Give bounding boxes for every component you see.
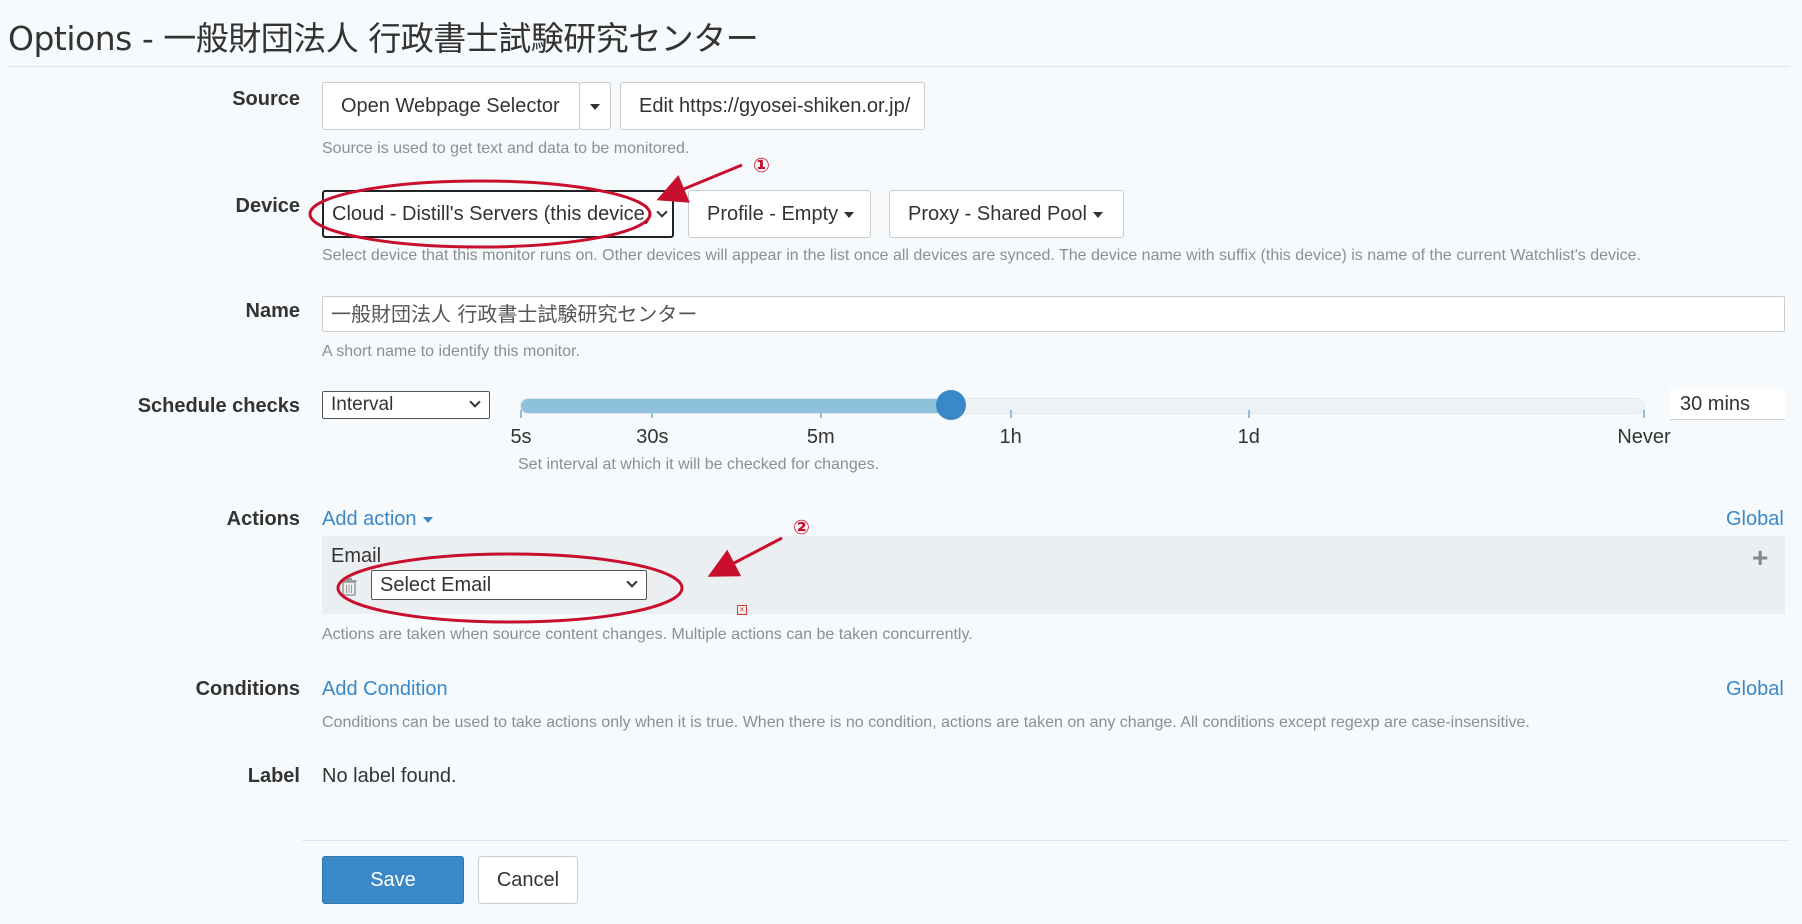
source-help: Source is used to get text and data to b… (322, 140, 690, 157)
proxy-dropdown[interactable]: Proxy - Shared Pool (889, 190, 1124, 238)
conditions-global-link[interactable]: Global (1726, 678, 1784, 701)
slider-tick-1d (1247, 410, 1250, 418)
schedule-mode-select[interactable]: Interval (322, 391, 490, 419)
add-action-label: Add action (322, 508, 417, 530)
source-label: Source (232, 88, 300, 110)
open-webpage-selector-button[interactable]: Open Webpage Selector (322, 82, 580, 130)
trash-icon[interactable] (341, 578, 357, 596)
plus-icon[interactable]: + (1752, 542, 1768, 574)
caret-down-icon (590, 103, 600, 110)
device-select-value: Cloud - Distill's Servers (this device) (332, 203, 652, 225)
slider-tick-label-1d: 1d (1237, 426, 1260, 448)
actions-global-link[interactable]: Global (1726, 508, 1784, 531)
profile-dropdown[interactable]: Profile - Empty (688, 190, 871, 238)
name-label: Name (245, 300, 300, 322)
save-button[interactable]: Save (322, 856, 464, 904)
chevron-down-icon (626, 576, 638, 588)
slider-tick-never (1643, 410, 1645, 418)
schedule-label: Schedule checks (137, 395, 300, 417)
device-label: Device (235, 195, 301, 217)
selector-dropdown-button[interactable] (579, 82, 611, 130)
add-action-link[interactable]: Add action (322, 508, 433, 531)
interval-slider-fill (521, 399, 952, 413)
edit-url-button[interactable]: Edit https://gyosei-shiken.or.jp/ (620, 82, 925, 130)
add-condition-link[interactable]: Add Condition (322, 678, 448, 701)
close-icon[interactable]: × (737, 605, 747, 615)
slider-tick-5m (819, 410, 822, 418)
caret-down-icon (422, 516, 433, 523)
slider-tick-5s (520, 410, 522, 418)
caret-down-icon (844, 211, 855, 218)
email-select-value: Select Email (380, 574, 492, 596)
slider-tick-label-5m: 5m (806, 426, 835, 448)
page-title: Options - 一般財団法人 行政書士試験研究センター (8, 19, 759, 58)
label-field-label: Label (247, 765, 300, 787)
name-input[interactable]: 一般財団法人 行政書士試験研究センター (322, 296, 1785, 332)
slider-tick-1h (1009, 410, 1012, 418)
footer-divider (302, 840, 1790, 841)
interval-slider-track[interactable] (520, 398, 1645, 414)
email-select[interactable]: Select Email (371, 570, 647, 600)
slider-tick-label-30s: 30s (636, 426, 669, 448)
label-empty-text: No label found. (322, 765, 457, 787)
cancel-button[interactable]: Cancel (478, 856, 578, 904)
conditions-help: Conditions can be used to take actions o… (322, 714, 1530, 731)
schedule-mode-value: Interval (331, 394, 394, 415)
schedule-help: Set interval at which it will be checked… (518, 456, 880, 473)
actions-label: Actions (226, 508, 300, 530)
actions-help: Actions are taken when source content ch… (322, 626, 973, 643)
title-divider (8, 66, 1790, 67)
slider-tick-30s (651, 410, 654, 418)
device-select[interactable]: Cloud - Distill's Servers (this device) (322, 190, 674, 238)
slider-tick-label-1h: 1h (999, 426, 1022, 448)
slider-tick-label-5s: 5s (510, 426, 532, 448)
device-help: Select device that this monitor runs on.… (322, 247, 1641, 264)
conditions-label: Conditions (195, 678, 300, 700)
annotation-number-2: ② (793, 515, 810, 539)
chevron-down-icon (656, 206, 668, 218)
proxy-dropdown-label: Proxy - Shared Pool (908, 203, 1087, 225)
interval-slider-handle[interactable] (935, 390, 966, 420)
annotation-number-1: ① (753, 153, 770, 177)
caret-down-icon (1092, 211, 1103, 218)
slider-tick-label-never: Never (1617, 426, 1671, 448)
chevron-down-icon (469, 396, 481, 408)
profile-dropdown-label: Profile - Empty (707, 203, 839, 225)
interval-value-input[interactable]: 30 mins (1670, 388, 1785, 420)
email-action-label: Email (331, 545, 382, 567)
name-help: A short name to identify this monitor. (322, 343, 580, 360)
